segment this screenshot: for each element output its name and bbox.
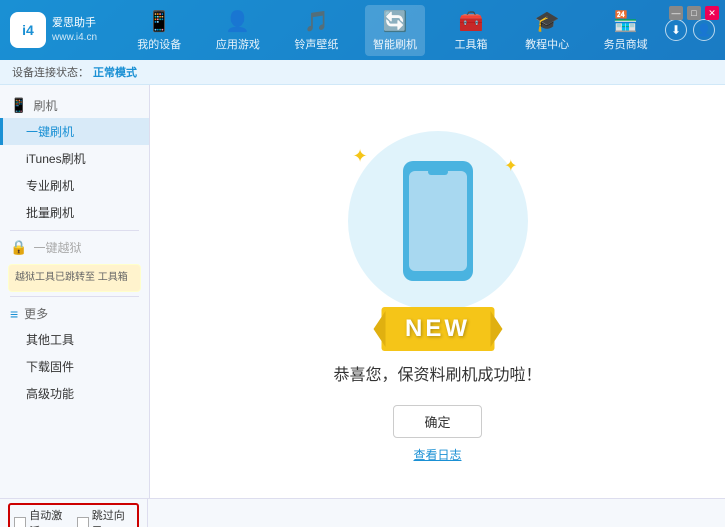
sidebar-divider-1: [10, 230, 139, 231]
nav-item-service[interactable]: 🏪 务员商域: [596, 5, 656, 56]
ringtones-icon: 🎵: [304, 9, 329, 34]
nav-item-apps-games[interactable]: 👤 应用游戏: [208, 5, 268, 56]
nav-item-tutorial[interactable]: 🎓 教程中心: [517, 5, 577, 56]
confirm-button[interactable]: 确定: [393, 405, 481, 438]
download-button[interactable]: ⬇: [665, 19, 687, 41]
sparkle-left: ✦: [353, 146, 368, 167]
guide-control: 跳过向导: [77, 507, 134, 527]
jailbreak-lock-icon: 🔒: [10, 239, 27, 256]
sidebar-item-batch-flash[interactable]: 批量刷机: [0, 199, 149, 226]
sidebar-item-download-firmware[interactable]: 下载固件: [0, 353, 149, 380]
success-message: 恭喜您，保资料刷机成功啦！: [333, 361, 541, 385]
maximize-button[interactable]: □: [687, 6, 701, 20]
logo-icon: i4: [10, 12, 46, 48]
log-link[interactable]: 查看日志: [413, 446, 461, 463]
minimize-button[interactable]: —: [669, 6, 683, 20]
header: i4 爱思助手 www.i4.cn 📱 我的设备 👤 应用游戏 🎵 铃声壁纸 🔄: [0, 0, 725, 60]
phone-notch: [428, 169, 448, 175]
smart-flash-icon: 🔄: [383, 9, 408, 34]
device-bar: 自动激活 跳过向导 📱 iPhone 15 Pro Max 512GB iPho…: [0, 498, 725, 527]
tutorial-icon: 🎓: [535, 9, 560, 34]
nav-item-my-device[interactable]: 📱 我的设备: [129, 5, 189, 56]
device-sidebar-area: 自动激活 跳过向导 📱 iPhone 15 Pro Max 512GB iPho…: [0, 499, 148, 527]
flash-section-icon: 📱: [10, 97, 27, 114]
apps-games-icon: 👤: [225, 9, 250, 34]
toolbox-icon: 🧰: [459, 9, 484, 34]
sidebar-item-advanced[interactable]: 高级功能: [0, 380, 149, 407]
header-right: ⬇ 👤: [665, 19, 715, 41]
main-area: 📱 刷机 一键刷机 iTunes刷机 专业刷机 批量刷机 🔒 一键越狱 越狱工具…: [0, 85, 725, 498]
user-button[interactable]: 👤: [693, 19, 715, 41]
guide-checkbox[interactable]: [77, 517, 89, 527]
device-bar-spacer: [148, 499, 725, 527]
phone-illustration: ✦ ✦ NEW: [338, 121, 538, 341]
logo: i4 爱思助手 www.i4.cn: [10, 12, 120, 48]
phone-circle-bg: [348, 131, 528, 311]
service-icon: 🏪: [613, 9, 638, 34]
sidebar-section-more: ≡ 更多 其他工具 下载固件 高级功能: [0, 301, 149, 407]
sparkle-right: ✦: [504, 156, 517, 176]
auto-activate-control: 自动激活: [14, 507, 71, 527]
sidebar-section-jailbreak: 🔒 一键越狱 越狱工具已跳转至 工具箱: [0, 235, 149, 292]
sidebar-divider-2: [10, 296, 139, 297]
nav-item-toolbox[interactable]: 🧰 工具箱: [444, 5, 499, 56]
more-section-icon: ≡: [10, 306, 18, 322]
auto-activate-checkbox[interactable]: [14, 517, 26, 527]
phone-screen: [409, 171, 467, 271]
sidebar-section-flash: 📱 刷机 一键刷机 iTunes刷机 专业刷机 批量刷机: [0, 93, 149, 226]
sidebar-section-jailbreak-header: 🔒 一键越狱: [0, 235, 149, 260]
my-device-icon: 📱: [147, 9, 172, 34]
sidebar: 📱 刷机 一键刷机 iTunes刷机 专业刷机 批量刷机 🔒 一键越狱 越狱工具…: [0, 85, 150, 498]
new-badge: NEW: [381, 307, 494, 351]
nav-item-ringtones[interactable]: 🎵 铃声壁纸: [286, 5, 346, 56]
sidebar-item-itunes-flash[interactable]: iTunes刷机: [0, 145, 149, 172]
sidebar-info-box: 越狱工具已跳转至 工具箱: [8, 264, 141, 292]
sidebar-item-pro-flash[interactable]: 专业刷机: [0, 172, 149, 199]
sidebar-item-one-key-flash[interactable]: 一键刷机: [0, 118, 149, 145]
logo-text: 爱思助手 www.i4.cn: [52, 16, 97, 43]
sidebar-section-flash-header[interactable]: 📱 刷机: [0, 93, 149, 118]
phone-body: [403, 161, 473, 281]
status-bar: 设备连接状态： 正常模式: [0, 60, 725, 85]
activate-highlight-box: 自动激活 跳过向导: [8, 503, 139, 527]
nav-item-smart-flash[interactable]: 🔄 智能刷机: [365, 5, 425, 56]
content-area: ✦ ✦ NEW 恭喜您，保资料刷机成功啦！ 确定 查看日志: [150, 85, 725, 498]
nav-bar: 📱 我的设备 👤 应用游戏 🎵 铃声壁纸 🔄 智能刷机 🧰 工具箱 🎓: [120, 5, 665, 56]
sidebar-item-other-tools[interactable]: 其他工具: [0, 326, 149, 353]
sidebar-section-more-header[interactable]: ≡ 更多: [0, 301, 149, 326]
close-button[interactable]: ✕: [705, 6, 719, 20]
new-badge-text: NEW: [405, 315, 470, 342]
